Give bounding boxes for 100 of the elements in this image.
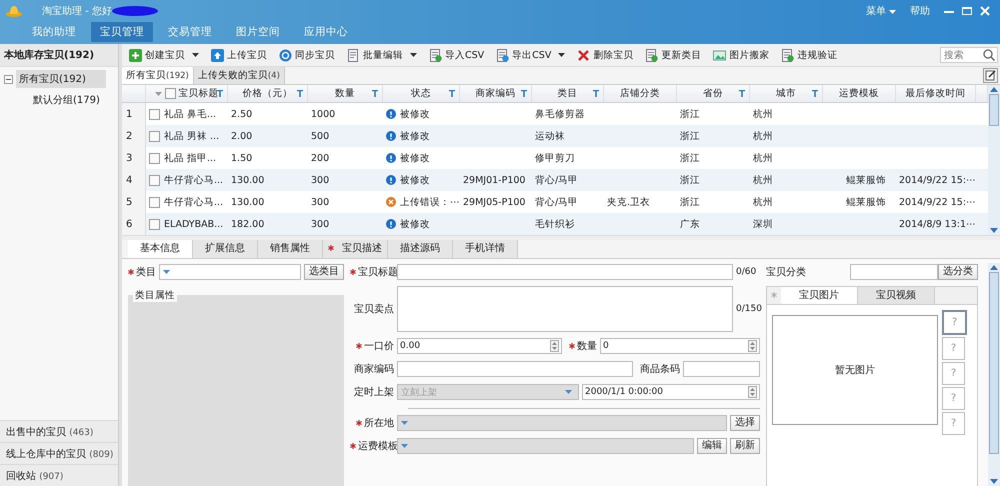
- toolbar-button[interactable]: 删除宝贝: [572, 46, 638, 64]
- row-checkbox[interactable]: [149, 196, 160, 208]
- spinner-icon[interactable]: [748, 386, 757, 398]
- toolbar-button[interactable]: 同步宝贝: [274, 46, 340, 64]
- maximize-icon[interactable]: [962, 6, 972, 16]
- toolbar-button[interactable]: 创建宝贝: [124, 46, 204, 64]
- help-button[interactable]: 帮助: [910, 4, 930, 18]
- sidebar-item[interactable]: 线上仓库中的宝贝 (809): [0, 442, 118, 464]
- table-row[interactable]: 6 ELADYBAB... 182.00 300 被修改 毛针织衫 广东 深圳 2014/8/9 13:1⋯: [122, 213, 988, 235]
- toolbar-button[interactable]: 批量编辑: [342, 46, 422, 64]
- table-row[interactable]: 4 牛仔背心马... 130.00 300 被修改 29MJ01-P100 背心/马甲 浙江 杭州 鲲莱服饰 2014/9/22 15:⋯: [122, 169, 988, 191]
- tree-item[interactable]: 所有宝贝(192): [16, 70, 106, 88]
- column-header[interactable]: 数量: [308, 85, 383, 102]
- title-field[interactable]: [397, 264, 733, 280]
- filter-icon[interactable]: [217, 90, 223, 97]
- toolbar-button[interactable]: 更新类目: [640, 46, 706, 64]
- sidebar-item[interactable]: 回收站 (907): [0, 464, 118, 486]
- column-header[interactable]: 省份: [677, 85, 750, 102]
- scrollbar[interactable]: [988, 263, 1000, 486]
- shop-category-field[interactable]: [850, 264, 938, 280]
- row-checkbox[interactable]: [149, 108, 160, 120]
- edit-icon[interactable]: [983, 68, 998, 83]
- list-tab[interactable]: 所有宝贝(192): [122, 67, 194, 84]
- column-header[interactable]: 最后修改时间: [896, 85, 976, 102]
- scroll-up-icon[interactable]: [990, 87, 998, 92]
- spinner-icon[interactable]: [550, 340, 559, 352]
- table-cell: 被修改: [400, 152, 430, 164]
- toolbar-button[interactable]: 导出CSV: [491, 46, 570, 64]
- filter-icon[interactable]: [593, 90, 599, 97]
- scroll-down-icon[interactable]: [990, 479, 998, 484]
- table-cell: 杭州: [753, 174, 773, 186]
- sidebar-header: 本地库存宝贝(192): [0, 44, 118, 67]
- scroll-thumb[interactable]: [989, 272, 999, 454]
- filter-icon[interactable]: [739, 90, 745, 97]
- selling-point-field[interactable]: [397, 286, 733, 332]
- freight-button[interactable]: 刷新: [730, 438, 760, 454]
- spinner-icon[interactable]: [748, 340, 757, 352]
- hat-icon: [6, 4, 22, 16]
- column-header[interactable]: 价格（元）: [228, 85, 308, 102]
- column-header[interactable]: 状态: [383, 85, 460, 102]
- tree-item[interactable]: 默认分组(179): [30, 91, 103, 109]
- row-checkbox[interactable]: [149, 174, 160, 186]
- toolbar-button[interactable]: 上传宝贝: [206, 46, 272, 64]
- table-row[interactable]: 3 礼品 指甲... 1.50 200 被修改 修甲剪刀 浙江 杭州: [122, 147, 988, 169]
- table-row[interactable]: 2 礼品 男袜 ... 2.00 500 被修改 运动袜 浙江 杭州: [122, 125, 988, 147]
- filter-icon[interactable]: [449, 90, 455, 97]
- nav-tab[interactable]: 宝贝管理: [90, 21, 154, 43]
- choose-location-button[interactable]: 选择: [730, 415, 760, 431]
- toolbar-button[interactable]: 导入CSV: [424, 46, 490, 64]
- filter-icon[interactable]: [521, 90, 527, 97]
- filter-icon[interactable]: [372, 90, 378, 97]
- column-header[interactable]: 店铺分类: [604, 85, 677, 102]
- select-all-checkbox[interactable]: [164, 88, 176, 99]
- column-header[interactable]: 城市: [750, 85, 823, 102]
- merchant-code-field[interactable]: [397, 361, 633, 377]
- field-label: 宝贝分类: [766, 266, 806, 279]
- editor-tab[interactable]: 基本信息: [128, 240, 193, 258]
- scrollbar[interactable]: [988, 85, 1000, 235]
- editor-tab[interactable]: 描述源码: [388, 240, 453, 258]
- editor-tab[interactable]: 宝贝描述: [323, 240, 388, 258]
- barcode-field[interactable]: [683, 361, 760, 377]
- filter-icon[interactable]: [812, 90, 818, 97]
- caret-icon: [558, 53, 566, 57]
- empty-image-text: 暂无图片: [835, 364, 875, 377]
- media-tab[interactable]: 宝贝视频: [858, 287, 935, 304]
- scroll-down-icon[interactable]: [990, 228, 998, 233]
- editor-tab[interactable]: 销售属性: [258, 240, 323, 258]
- category-dropdown[interactable]: [159, 264, 301, 280]
- toolbar-button[interactable]: 图片搬家: [708, 46, 774, 64]
- column-header[interactable]: 运费模板: [823, 85, 896, 102]
- toolbar-button[interactable]: 违规验证: [776, 46, 842, 64]
- table-row[interactable]: 1 礼品 鼻毛... 2.50 1000 被修改 鼻毛修剪器 浙江 杭州: [122, 103, 988, 125]
- collapse-icon[interactable]: [4, 74, 13, 84]
- column-header[interactable]: 商家编码: [460, 85, 532, 102]
- sidebar-item[interactable]: 出售中的宝贝 (463): [0, 420, 118, 442]
- price-field[interactable]: 0.00: [397, 338, 562, 354]
- choose-category-button[interactable]: 选类目: [304, 264, 344, 280]
- filter-icon[interactable]: [297, 90, 303, 97]
- freight-button[interactable]: 编辑: [697, 438, 727, 454]
- table-row[interactable]: 5 牛仔背心马... 130.00 300 上传错误：⋯ 29MJ05-P100 背心/马甲 夹克.卫衣 浙江 杭州 鲲莱服饰 2014/9/22 15:⋯: [122, 191, 988, 213]
- row-checkbox[interactable]: [149, 218, 160, 230]
- search-field[interactable]: 搜索: [940, 47, 998, 63]
- row-number: 1: [122, 103, 146, 125]
- list-tab[interactable]: 上传失败的宝贝(4): [194, 67, 285, 84]
- choose-shop-category-button[interactable]: 选分类: [938, 264, 978, 280]
- table-cell: 2.00: [231, 130, 252, 142]
- scroll-thumb[interactable]: [989, 94, 999, 126]
- close-icon[interactable]: [980, 6, 990, 16]
- quantity-field[interactable]: 0: [600, 338, 760, 354]
- column-header[interactable]: 宝贝标题: [146, 85, 228, 102]
- row-checkbox[interactable]: [149, 130, 160, 142]
- table-cell: 杭州: [753, 152, 773, 164]
- editor-tab[interactable]: 手机详情: [453, 240, 518, 258]
- scroll-up-icon[interactable]: [990, 265, 998, 270]
- menu-button[interactable]: 菜单: [866, 4, 896, 18]
- editor-tab[interactable]: 扩展信息: [193, 240, 258, 258]
- column-header[interactable]: 类目: [532, 85, 604, 102]
- table-cell: 被修改: [400, 108, 430, 120]
- media-tab[interactable]: 宝贝图片: [781, 287, 858, 304]
- row-checkbox[interactable]: [149, 152, 160, 164]
